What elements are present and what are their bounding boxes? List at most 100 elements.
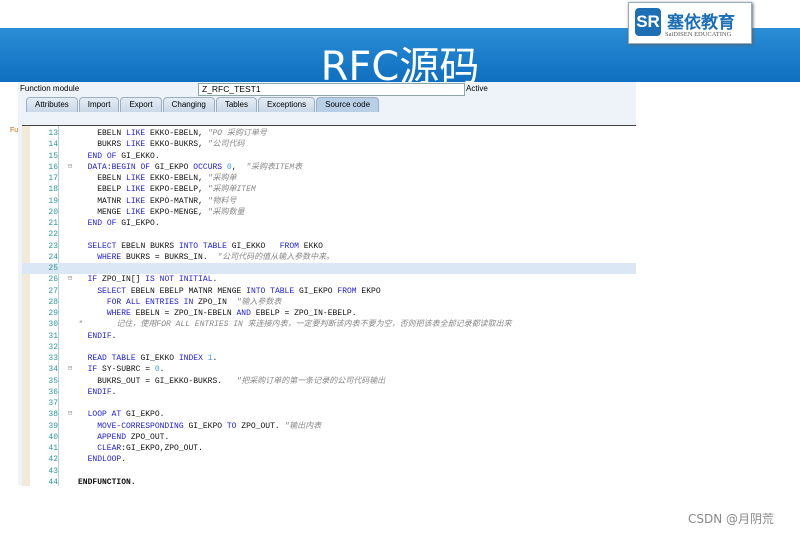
code-line[interactable]: 34 ⊟ IF SY-SUBRC = 0. xyxy=(22,364,636,375)
code-text: FOR ALL ENTRIES IN ZPO_IN "输入参数表 xyxy=(78,297,282,308)
code-line[interactable]: 17 EBELN LIKE EKKO-EBELN, "采购单 xyxy=(22,173,636,184)
code-line[interactable]: 39 MOVE-CORRESPONDING GI_EKPO TO ZPO_OUT… xyxy=(22,421,636,432)
code-statement: WHERE EBELN = ZPO_IN-EBELN AND EBELP = Z… xyxy=(106,309,357,318)
code-text: CLEAR:GI_EKPO,ZPO_OUT. xyxy=(78,443,203,454)
code-statement: CLEAR:GI_EKPO,ZPO_OUT. xyxy=(97,444,203,453)
code-statement: APPEND ZPO_OUT. xyxy=(97,432,170,442)
code-text: ENDIF. xyxy=(78,387,117,398)
toolbar-strip xyxy=(18,112,636,125)
line-number: 25 xyxy=(48,264,58,273)
fold-toggle-icon[interactable]: ⊟ xyxy=(68,274,72,285)
code-statement: EBELP LIKE EKPO-EBELP, xyxy=(97,185,208,195)
code-line[interactable]: 41 CLEAR:GI_EKPO,ZPO_OUT. xyxy=(22,443,636,454)
tab-source-code[interactable]: Source code xyxy=(316,97,380,113)
function-module-field[interactable]: Z_RFC_TEST1 xyxy=(198,83,465,96)
tab-tables[interactable]: Tables xyxy=(215,97,257,113)
line-number: 43 xyxy=(48,466,58,476)
line-number: 40 xyxy=(48,432,58,442)
code-text: APPEND ZPO_OUT. xyxy=(78,432,169,443)
code-line[interactable]: 13 EBELN LIKE EKKO-EBELN, "PO 采购订单号 xyxy=(22,128,636,139)
code-comment: "PO 采购订单号 xyxy=(207,129,267,138)
code-line[interactable]: 24 WHERE BUKRS = BUKRS_IN. "公司代码的值从输入参数中… xyxy=(22,252,636,263)
code-comment: "采购单ITEM xyxy=(207,185,256,195)
code-line[interactable]: 36 ENDIF. xyxy=(22,387,636,398)
code-line[interactable]: 33 READ TABLE GI_EKKO INDEX 1. xyxy=(22,353,636,364)
code-comment: "输入参数表 xyxy=(236,297,282,307)
code-line[interactable]: 32 xyxy=(22,342,636,353)
tab-attributes[interactable]: Attributes xyxy=(26,97,78,113)
code-statement: ENDIF. xyxy=(87,331,117,341)
code-line[interactable]: 14 BUKRS LIKE EKKO-BUKRS, "公司代码 xyxy=(22,139,636,150)
code-line[interactable]: 29 WHERE EBELN = ZPO_IN-EBELN AND EBELP … xyxy=(22,308,636,319)
code-line[interactable]: 16 ⊟ DATA:BEGIN OF GI_EKPO OCCURS 0, "采购表… xyxy=(22,162,636,173)
code-line[interactable]: 44 ENDFUNCTION. xyxy=(22,477,636,486)
code-text: END OF GI_EKPO. xyxy=(78,218,160,229)
code-text: READ TABLE GI_EKKO INDEX 1. xyxy=(78,353,218,364)
watermark: CSDN @月阴荒 xyxy=(688,512,775,526)
code-statement: READ TABLE GI_EKKO INDEX 1. xyxy=(87,354,218,363)
code-line[interactable]: 23 SELECT EBELN BUKRS INTO TABLE GI_EKKO… xyxy=(22,241,636,252)
code-statement: MATNR LIKE EKPO-MATNR, xyxy=(97,196,208,206)
code-text: IF ZPO_IN[] IS NOT INITIAL. xyxy=(78,274,218,285)
line-number: 21 xyxy=(48,219,58,228)
code-line[interactable]: 35 BUKRS_OUT = GI_EKKO-BUKRS. "把采购订单的第一条… xyxy=(22,376,636,387)
line-number: 14 xyxy=(48,140,58,150)
code-line[interactable]: 19 MATNR LIKE EKPO-MATNR, "物料号 xyxy=(22,196,636,207)
code-line[interactable]: 37 xyxy=(22,398,636,409)
code-line[interactable]: 28 FOR ALL ENTRIES IN ZPO_IN "输入参数表 xyxy=(22,297,636,308)
code-text: ENDIF. xyxy=(78,331,117,342)
line-number: 26 xyxy=(48,275,58,285)
code-line[interactable]: 27 SELECT EBELN EBELP MATNR MENGE INTO T… xyxy=(22,286,636,297)
code-statement: BUKRS_OUT = GI_EKKO-BUKRS. xyxy=(97,376,237,386)
code-text: BUKRS LIKE EKKO-BUKRS, "公司代码 xyxy=(78,139,244,150)
code-line[interactable]: 22 xyxy=(22,229,636,240)
line-number: 28 xyxy=(48,297,58,307)
fold-toggle-icon[interactable]: ⊟ xyxy=(68,409,72,420)
code-comment: "采购单 xyxy=(207,174,237,183)
code-editor[interactable]: 13 EBELN LIKE EKKO-EBELN, "PO 采购订单号 14 BU… xyxy=(22,125,636,486)
line-number: 27 xyxy=(48,286,58,296)
brand-logo: SR 塞依教育 SaiDISEN EDUCATING xyxy=(628,2,752,44)
code-text: MENGE LIKE EKPO-MENGE, "采购数量 xyxy=(78,207,244,218)
code-statement: SELECT EBELN BUKRS INTO TABLE GI_EKKO FR… xyxy=(87,241,323,251)
code-line[interactable]: 43 xyxy=(22,466,636,477)
line-number: 20 xyxy=(48,207,58,217)
line-number: 30 xyxy=(48,320,58,330)
line-number: 16 xyxy=(48,162,58,172)
line-number: 35 xyxy=(48,376,58,386)
code-text: LOOP AT GI_EKPO. xyxy=(78,409,165,420)
fold-toggle-icon[interactable]: ⊟ xyxy=(68,162,72,173)
code-line[interactable]: 18 EBELP LIKE EKPO-EBELP, "采购单ITEM xyxy=(22,184,636,195)
sap-function-builder: Function module Z_RFC_TEST1 Active Attri… xyxy=(18,82,636,486)
tab-changing[interactable]: Changing xyxy=(162,97,215,113)
code-line[interactable]: 38 ⊟ LOOP AT GI_EKPO. xyxy=(22,409,636,420)
code-line[interactable]: 31 ENDIF. xyxy=(22,331,636,342)
tab-exceptions[interactable]: Exceptions xyxy=(257,97,316,113)
code-line[interactable]: 42 ENDLOOP. xyxy=(22,454,636,465)
code-comment: "输出内表 xyxy=(284,421,322,431)
code-line[interactable]: 21 END OF GI_EKPO. xyxy=(22,218,636,229)
code-text: MATNR LIKE EKPO-MATNR, "物料号 xyxy=(78,196,236,207)
code-text: BUKRS_OUT = GI_EKKO-BUKRS. "把采购订单的第一条记录的… xyxy=(78,376,385,387)
code-line[interactable]: 26 ⊟ IF ZPO_IN[] IS NOT INITIAL. xyxy=(22,274,636,285)
code-comment: "物料号 xyxy=(207,196,237,206)
function-module-label: Function module xyxy=(20,84,80,93)
line-number: 34 xyxy=(48,365,58,375)
tab-export[interactable]: Export xyxy=(120,97,162,113)
code-line[interactable]: 25 xyxy=(22,263,636,275)
logo-mark: SR xyxy=(635,8,661,36)
tab-import[interactable]: Import xyxy=(78,97,120,113)
code-line[interactable]: 30 * 记住，使用FOR ALL ENTRIES IN 来连接内表，一定要判断该… xyxy=(22,319,636,330)
line-number: 29 xyxy=(48,309,58,318)
code-line[interactable]: 15 END OF GI_EKKO. xyxy=(22,151,636,162)
code-line[interactable]: 40 APPEND ZPO_OUT. xyxy=(22,432,636,443)
fold-toggle-icon[interactable]: ⊟ xyxy=(68,364,72,375)
line-number: 37 xyxy=(48,399,58,408)
code-line[interactable]: 20 MENGE LIKE EKPO-MENGE, "采购数量 xyxy=(22,207,636,218)
code-text: SELECT EBELN BUKRS INTO TABLE GI_EKKO FR… xyxy=(78,241,323,252)
code-statement: END OF GI_EKPO. xyxy=(87,219,160,228)
line-number: 23 xyxy=(48,241,58,251)
code-comment: "公司代码 xyxy=(207,140,245,150)
code-text: ENDLOOP. xyxy=(78,454,126,465)
code-comment: "采购数量 xyxy=(207,207,245,217)
